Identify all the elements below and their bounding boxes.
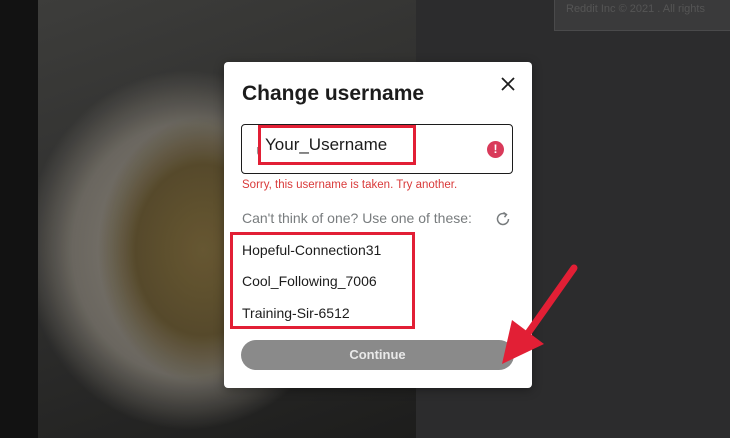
suggestions-label: Can't think of one? Use one of these: (242, 210, 472, 226)
copyright-text: Reddit Inc © 2021 . All rights (566, 3, 705, 15)
username-field[interactable]: u/ Your_Username ! (241, 124, 513, 174)
suggestion-item[interactable]: Cool_Following_7006 (242, 273, 377, 289)
modal-title: Change username (242, 82, 425, 105)
continue-button[interactable]: Continue (241, 340, 514, 370)
refresh-suggestions-button[interactable] (494, 210, 512, 228)
refresh-icon (496, 211, 510, 226)
error-icon: ! (487, 141, 504, 158)
suggestion-item[interactable]: Training-Sir-6512 (242, 305, 350, 321)
username-error-message: Sorry, this username is taken. Try anoth… (242, 179, 458, 191)
suggestion-item[interactable]: Hopeful-Connection31 (242, 242, 381, 258)
left-strip (0, 0, 38, 438)
annotation-arrow (502, 264, 578, 364)
username-input[interactable]: Your_Username (258, 125, 416, 165)
change-username-modal: Change username u/ Your_Username ! Sorry… (224, 62, 532, 388)
close-button[interactable] (498, 74, 518, 94)
close-icon (501, 77, 515, 91)
